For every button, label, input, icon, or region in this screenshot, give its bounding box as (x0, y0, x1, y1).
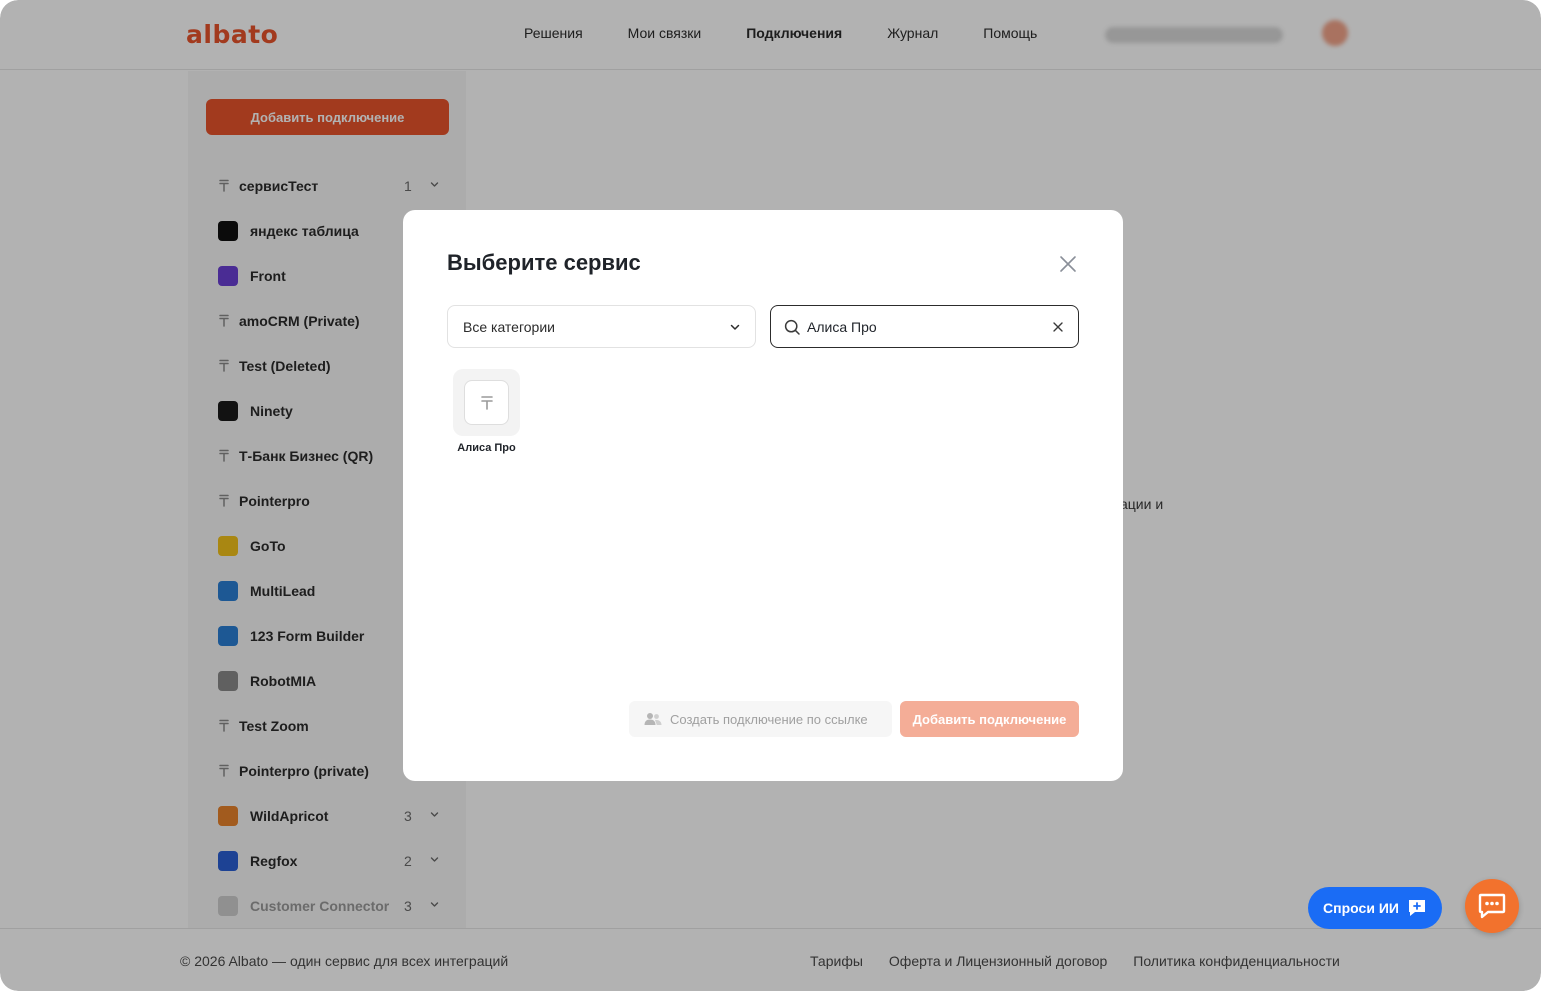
app-window: albato Решения Мои связки Подключения Жу… (0, 0, 1541, 991)
generic-t-icon (464, 380, 509, 425)
search-icon (784, 319, 800, 335)
service-result-card[interactable]: Алиса Про (453, 369, 520, 459)
ai-chat-icon (1408, 900, 1425, 916)
clear-search-icon[interactable] (1052, 321, 1064, 333)
ask-ai-button[interactable]: Спроси ИИ (1308, 887, 1442, 929)
chevron-down-icon (730, 324, 740, 330)
modal-title: Выберите сервис (447, 250, 641, 275)
close-icon[interactable] (1058, 254, 1078, 274)
ask-ai-label: Спроси ИИ (1323, 900, 1399, 916)
add-connection-button[interactable]: Добавить подключение (900, 701, 1079, 737)
create-by-link-button[interactable]: Создать подключение по ссылке (629, 701, 892, 737)
create-by-link-label: Создать подключение по ссылке (670, 711, 868, 727)
service-search-box (770, 305, 1079, 348)
select-service-modal: Выберите сервис Все категории Алиса Про (403, 210, 1123, 781)
search-input[interactable] (807, 316, 1037, 338)
category-select[interactable]: Все категории (447, 305, 756, 348)
category-select-value: Все категории (463, 318, 555, 335)
service-result-name: Алиса Про (457, 442, 516, 454)
service-tile (453, 369, 520, 436)
chat-bubble-icon (1478, 893, 1506, 919)
support-chat-button[interactable] (1465, 879, 1519, 933)
users-icon (644, 712, 662, 726)
